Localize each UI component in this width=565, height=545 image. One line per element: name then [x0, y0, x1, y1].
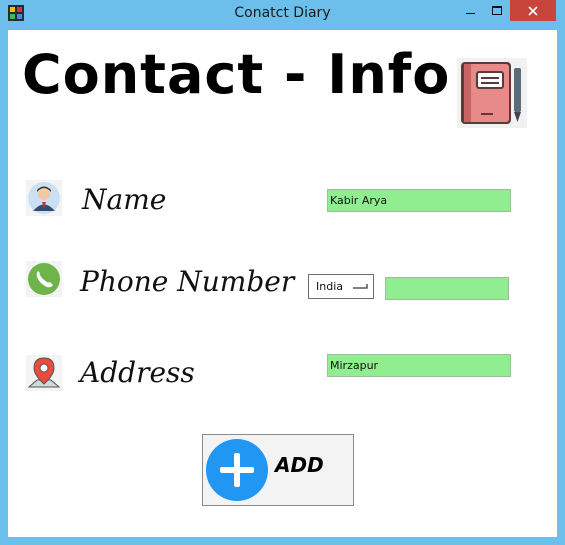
phone-icon	[26, 261, 62, 297]
phone-number-field[interactable]	[385, 277, 509, 300]
maximize-icon	[492, 5, 502, 15]
address-label: Address	[80, 356, 195, 389]
dropdown-arrow-icon	[353, 284, 368, 289]
title-bar[interactable]: Conatct Diary	[0, 0, 565, 30]
address-field[interactable]: Mirzapur	[327, 354, 511, 377]
add-button-label: ADD	[275, 453, 324, 477]
country-select[interactable]: India	[308, 274, 374, 299]
close-button[interactable]	[510, 0, 556, 21]
notebook-icon	[457, 58, 527, 128]
plus-icon	[206, 439, 268, 501]
add-button[interactable]: ADD	[202, 434, 354, 506]
name-label: Name	[82, 183, 167, 216]
user-avatar-icon	[26, 180, 62, 216]
name-field[interactable]: Kabir Arya	[327, 189, 511, 212]
map-pin-icon	[26, 355, 62, 391]
phone-number-label: Phone Number	[80, 265, 295, 298]
country-select-value: India	[316, 280, 343, 293]
page-title: Contact - Info	[22, 43, 451, 106]
close-icon	[528, 5, 538, 16]
maximize-button[interactable]	[484, 0, 510, 21]
minimize-button[interactable]	[458, 0, 484, 21]
form-panel: Contact - Info Name Kabir Arya Phone Num…	[8, 30, 557, 537]
minimize-icon	[466, 12, 475, 14]
